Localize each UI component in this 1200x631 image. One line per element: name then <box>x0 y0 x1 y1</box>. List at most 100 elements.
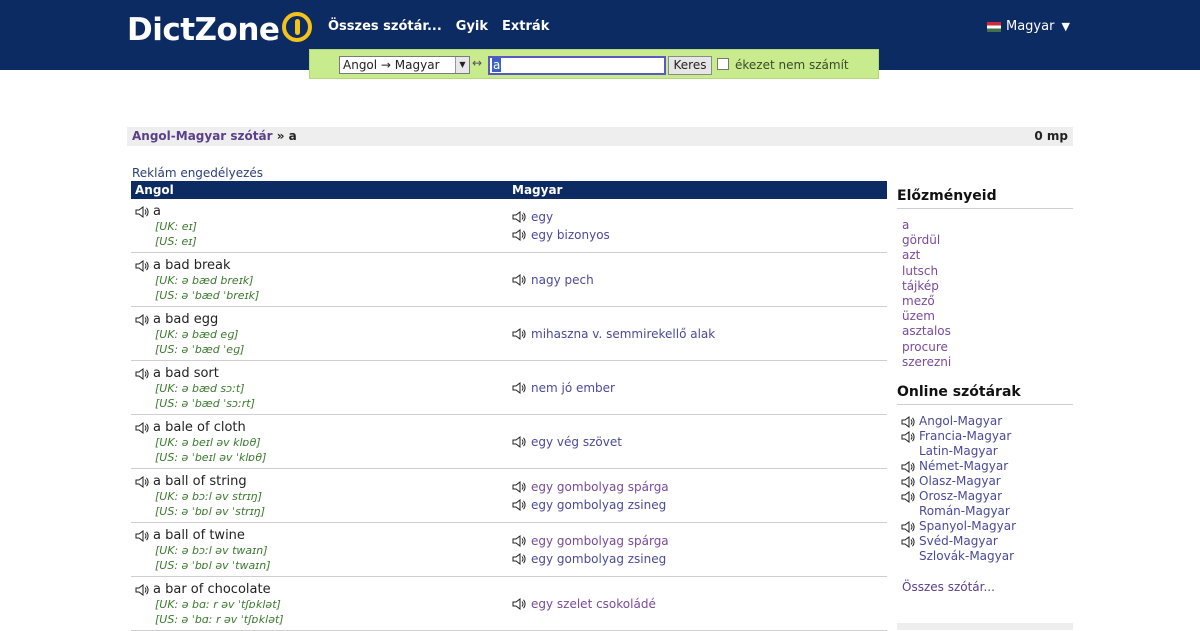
pronunciation-uk: [UK: ə bæd eɡ] <box>155 328 239 341</box>
translation: egy szelet csokoládé <box>512 597 656 611</box>
history-item[interactable]: tájkép <box>897 279 1073 294</box>
play-audio-icon[interactable] <box>135 583 149 596</box>
play-audio-icon[interactable] <box>512 553 526 565</box>
dictionary-link[interactable]: Szlovák-Magyar <box>919 549 1014 564</box>
nav-extras[interactable]: Extrák <box>502 19 549 34</box>
play-audio-icon[interactable] <box>135 421 149 434</box>
translation-link[interactable]: egy gombolyag spárga <box>531 480 669 494</box>
dictionary-link[interactable]: Olasz-Magyar <box>919 474 1001 489</box>
translation: egy gombolyag spárga <box>512 534 669 548</box>
pronunciation-us: [US: ə ˈbɒl əv ˈstrɪŋ] <box>155 505 266 518</box>
all-dictionaries-link[interactable]: Összes szótár... <box>897 580 1073 594</box>
translation-link[interactable]: egy <box>531 210 553 224</box>
play-audio-icon[interactable] <box>135 259 149 272</box>
breadcrumb-dictionary-link[interactable]: Angol-Magyar szótár <box>132 129 273 143</box>
translation: egy vég szövet <box>512 435 622 449</box>
play-audio-icon[interactable] <box>135 205 149 218</box>
sidebar-next-section <box>897 623 1073 630</box>
dictionary-item: Szlovák-Magyar <box>897 549 1073 564</box>
swap-direction-icon[interactable]: ↔ <box>472 56 482 70</box>
search-input[interactable]: a <box>488 56 666 75</box>
direction-select[interactable]: Angol → Magyar ▼ <box>339 56 470 74</box>
play-audio-icon[interactable] <box>135 529 149 542</box>
audio-available-icon[interactable] <box>901 415 915 428</box>
dropdown-arrow-icon: ▼ <box>455 57 469 73</box>
translation-link[interactable]: egy vég szövet <box>531 435 622 449</box>
play-audio-icon[interactable] <box>512 436 526 448</box>
translation-link[interactable]: mihaszna v. semmirekellő alak <box>531 327 715 341</box>
audio-available-icon[interactable] <box>901 460 915 473</box>
translation-link[interactable]: egy gombolyag zsineg <box>531 552 666 566</box>
language-selector[interactable]: Magyar ▼ <box>987 19 1070 34</box>
search-button[interactable]: Keres <box>668 56 712 75</box>
enable-ads-link[interactable]: Reklám engedélyezés <box>132 166 263 180</box>
pronunciation-us: [US: ə ˈbɑː r əv ˈtʃɒklət] <box>155 613 284 626</box>
translation-link[interactable]: egy gombolyag spárga <box>531 534 669 548</box>
play-audio-icon[interactable] <box>135 367 149 380</box>
history-item[interactable]: asztalos <box>897 324 1073 339</box>
dictionary-link[interactable]: Román-Magyar <box>919 504 1010 519</box>
translation-link[interactable]: nagy pech <box>531 273 594 287</box>
history-item[interactable]: üzem <box>897 309 1073 324</box>
table-row: a ball of twine [UK: ə bɔːl əv twaɪn] [US:… <box>131 523 887 577</box>
table-row: a [UK: eɪ] [US: eɪ] egy egy bizonyos <box>131 199 887 253</box>
translation-link[interactable]: nem jó ember <box>531 381 615 395</box>
translation: nem jó ember <box>512 381 615 395</box>
play-audio-icon[interactable] <box>512 499 526 511</box>
dictionary-item: Olasz-Magyar <box>897 474 1073 489</box>
history-item[interactable]: lutsch <box>897 264 1073 279</box>
history-item[interactable]: a <box>897 218 1073 233</box>
play-audio-icon[interactable] <box>512 535 526 547</box>
history-item[interactable]: mező <box>897 294 1073 309</box>
dictionary-link[interactable]: Latin-Magyar <box>919 444 998 459</box>
translation: egy bizonyos <box>512 228 610 242</box>
chevron-down-icon: ▼ <box>1061 20 1070 33</box>
audio-available-icon[interactable] <box>901 430 915 443</box>
dictionary-list: Angol-Magyar Francia-Magyar Latin-Magyar Né… <box>897 414 1073 564</box>
translation: mihaszna v. semmirekellő alak <box>512 327 715 341</box>
headword: a <box>135 204 197 219</box>
play-audio-icon[interactable] <box>135 313 149 326</box>
play-audio-icon[interactable] <box>512 274 526 286</box>
headword-text: a bad egg <box>153 312 219 327</box>
accent-insensitive-checkbox[interactable] <box>717 58 729 70</box>
pronunciation-uk: [UK: eɪ] <box>155 220 197 233</box>
play-audio-icon[interactable] <box>512 481 526 493</box>
pronunciation-uk: [UK: ə bɑː r əv ˈtʃɒklət] <box>155 598 281 611</box>
table-row: a bad break [UK: ə bæd breɪk] [US: ə ˈbæd … <box>131 253 887 307</box>
dictionary-link[interactable]: Francia-Magyar <box>919 429 1011 444</box>
dictionary-link[interactable]: Svéd-Magyar <box>919 534 998 549</box>
table-row: a bale of cloth [UK: ə beɪl əv klɒθ] [US: … <box>131 415 887 469</box>
nav-faq[interactable]: Gyik <box>456 19 488 34</box>
play-audio-icon[interactable] <box>512 598 526 610</box>
play-audio-icon[interactable] <box>512 211 526 223</box>
audio-available-icon[interactable] <box>901 490 915 503</box>
history-item[interactable]: szerezni <box>897 355 1073 370</box>
dictionary-link[interactable]: Orosz-Magyar <box>919 489 1002 504</box>
pronunciation-uk: [UK: ə bɔːl əv strɪŋ] <box>155 490 263 503</box>
audio-available-icon[interactable] <box>901 535 915 548</box>
translation-link[interactable]: egy bizonyos <box>531 228 610 242</box>
audio-available-icon[interactable] <box>901 475 915 488</box>
dictionary-link[interactable]: Angol-Magyar <box>919 414 1002 429</box>
play-audio-icon[interactable] <box>135 475 149 488</box>
translation-link[interactable]: egy szelet csokoládé <box>531 597 656 611</box>
site-logo[interactable]: DictZone <box>127 10 313 50</box>
pronunciation-us: [US: ə ˈbæd ˈbreɪk] <box>155 289 260 302</box>
translation-link[interactable]: egy gombolyag zsineg <box>531 498 666 512</box>
headword: a ball of twine <box>135 528 271 543</box>
headword: a bar of chocolate <box>135 582 284 597</box>
audio-available-icon[interactable] <box>901 520 915 533</box>
play-audio-icon[interactable] <box>512 382 526 394</box>
logo-mark-icon <box>282 12 313 42</box>
dictionary-item: Spanyol-Magyar <box>897 519 1073 534</box>
nav-all-dictionaries[interactable]: Összes szótár... <box>328 19 442 34</box>
dictionary-link[interactable]: Spanyol-Magyar <box>919 519 1016 534</box>
accent-insensitive-label: ékezet nem számít <box>735 58 849 72</box>
play-audio-icon[interactable] <box>512 328 526 340</box>
play-audio-icon[interactable] <box>512 229 526 241</box>
dictionary-link[interactable]: Német-Magyar <box>919 459 1008 474</box>
history-item[interactable]: gördül <box>897 233 1073 248</box>
history-item[interactable]: azt <box>897 248 1073 263</box>
history-item[interactable]: procure <box>897 340 1073 355</box>
